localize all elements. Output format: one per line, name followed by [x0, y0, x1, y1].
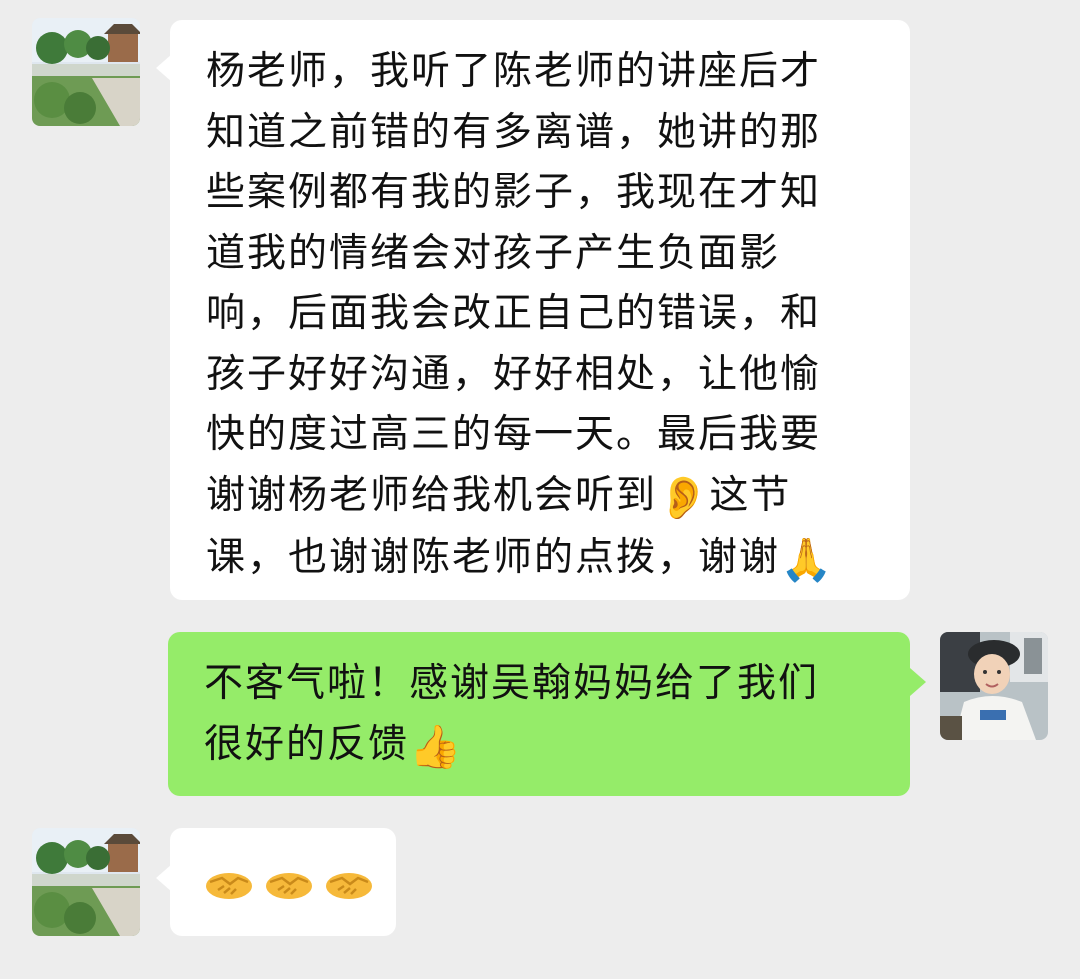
message-line: 不客气啦！感谢吴翰妈妈给了我们: [204, 661, 820, 706]
my-avatar-child[interactable]: [940, 632, 1048, 740]
handshake-icon: [204, 858, 254, 908]
message-text: 谢谢杨老师给我机会听到: [206, 472, 658, 518]
handshake-row: [204, 858, 396, 908]
pray-icon: 🙏: [780, 535, 833, 584]
sender-avatar-garden[interactable]: [32, 18, 140, 126]
handshake-icon: [324, 858, 374, 908]
bubble-tail: [910, 668, 926, 696]
ear-icon: 👂: [657, 472, 710, 522]
message-text: 课，也谢谢陈老师的点拨，谢谢: [206, 535, 781, 580]
sender-avatar-garden[interactable]: [32, 828, 140, 936]
thumbs-up-icon: 👍: [409, 721, 462, 771]
message-line: 知道之前错的有多离谱，她讲的那: [206, 109, 822, 155]
message-line: 些案例都有我的影子，我现在才知: [206, 170, 822, 215]
child-photo-icon: [940, 632, 1048, 740]
message-line: 谢谢杨老师给我机会听到👂这节: [206, 466, 910, 529]
garden-photo-icon: [32, 828, 140, 936]
message-line: 课，也谢谢陈老师的点拨，谢谢🙏: [206, 528, 910, 591]
message-line: 道我的情绪会对孩子产生负面影: [206, 230, 781, 276]
message-bubble-handshakes[interactable]: [170, 828, 396, 936]
message-line: 快的度过高三的每一天。最后我要: [206, 412, 822, 457]
message-line: 孩子好好沟通，好好相处，让他愉: [206, 351, 822, 397]
message-line: 杨老师，我听了陈老师的讲座后才: [206, 49, 822, 94]
message-bubble-incoming[interactable]: 杨老师，我听了陈老师的讲座后才 知道之前错的有多离谱，她讲的那 些案例都有我的影…: [170, 20, 910, 600]
handshake-icon: [264, 858, 314, 908]
message-line: 响，后面我会改正自己的错误，和: [206, 291, 822, 336]
message-text: 很好的反馈: [204, 721, 410, 767]
message-text: 这节: [709, 472, 792, 518]
message-line: 很好的反馈👍: [204, 715, 910, 778]
message-bubble-outgoing[interactable]: 不客气啦！感谢吴翰妈妈给了我们 很好的反馈👍: [168, 632, 910, 796]
garden-photo-icon: [32, 18, 140, 126]
